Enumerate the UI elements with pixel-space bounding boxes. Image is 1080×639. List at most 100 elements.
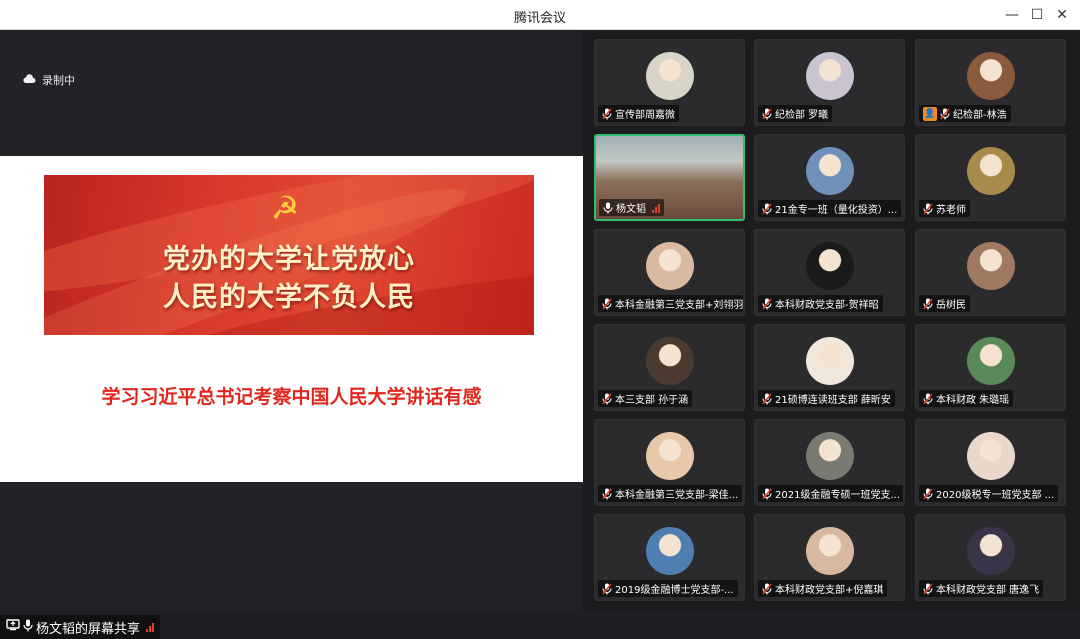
window-title: 腾讯会议 xyxy=(513,11,566,26)
participant-nameplate: 本科金融第三党支部+刘翎羽 xyxy=(598,295,743,312)
participant-tile[interactable]: 本科金融第三党支部+刘翎羽 xyxy=(594,229,745,316)
avatar xyxy=(645,432,694,480)
slide-banner: ☭ 党办的大学让党放心 人民的大学不负人民 xyxy=(44,175,534,335)
banner-line-2: 人民的大学不负人民 xyxy=(163,282,415,313)
participant-name: 21硕博连读班支部 薛昕安 xyxy=(775,395,891,406)
avatar xyxy=(966,52,1015,100)
screen-share-icon xyxy=(6,619,20,635)
participant-name: 杨文韬 xyxy=(616,204,646,215)
screen-share-area: 录制中 ☭ 党办的大学让党放心 人民的大学不负人民 学习习近平总书记考察中国人民… xyxy=(0,30,583,639)
participant-nameplate: 本科财政党支部+倪嘉琪 xyxy=(758,580,888,597)
participant-nameplate: 岳树民 xyxy=(919,295,970,312)
participant-name: 本科财政党支部+倪嘉琪 xyxy=(775,585,884,596)
avatar xyxy=(805,432,854,480)
participant-nameplate: 本科金融第三党支部-梁佳... xyxy=(598,485,743,502)
avatar xyxy=(645,527,694,575)
maximize-icon[interactable]: ☐ xyxy=(1026,4,1048,26)
participant-nameplate: 宣传部周嘉微 xyxy=(598,105,679,122)
participant-tile[interactable]: 杨文韬 xyxy=(594,134,745,221)
participant-name: 2021级金融专硕一班党支... xyxy=(775,490,900,501)
mic-muted-icon xyxy=(762,203,772,215)
participant-name: 本科财政 朱璐瑶 xyxy=(936,395,1010,406)
participant-tile[interactable]: 宣传部周嘉微 xyxy=(594,39,745,126)
cloud-icon xyxy=(22,73,36,87)
participant-name: 2020级税专一班党支部 ... xyxy=(936,490,1055,501)
participant-tile[interactable]: 本三支部 孙于涵 xyxy=(594,324,745,411)
mic-muted-icon xyxy=(602,108,612,120)
participant-tile[interactable]: 苏老师 xyxy=(915,134,1066,221)
participant-tile[interactable]: 纪检部 罗曦 xyxy=(754,39,905,126)
mic-muted-icon xyxy=(602,298,612,310)
participant-tile[interactable]: 2020级税专一班党支部 ... xyxy=(915,419,1066,506)
avatar xyxy=(805,337,854,385)
avatar xyxy=(645,242,694,290)
mic-muted-icon xyxy=(923,488,933,500)
participant-tile[interactable]: 本科财政党支部+倪嘉琪 xyxy=(754,514,905,601)
mic-muted-icon xyxy=(923,393,933,405)
avatar xyxy=(966,337,1015,385)
participant-tile[interactable]: 👤 纪检部-林浩 xyxy=(915,39,1066,126)
participant-name: 纪检部-林浩 xyxy=(953,110,1007,121)
participant-name: 本科财政党支部-贺祥昭 xyxy=(775,300,879,311)
participant-nameplate: 2020级税专一班党支部 ... xyxy=(919,485,1059,502)
mic-muted-icon xyxy=(602,393,612,405)
recording-label: 录制中 xyxy=(42,74,75,87)
title-bar: 腾讯会议 — ☐ ✕ xyxy=(0,0,1080,30)
participant-name: 本科金融第三党支部-梁佳... xyxy=(615,490,739,501)
participant-nameplate: 本科财政党支部-贺祥昭 xyxy=(758,295,883,312)
avatar xyxy=(645,52,694,100)
mic-muted-icon xyxy=(602,583,612,595)
participant-name: 2019级金融博士党支部-... xyxy=(615,585,734,596)
mic-muted-icon xyxy=(762,298,772,310)
banner-line-1: 党办的大学让党放心 xyxy=(163,244,415,275)
avatar xyxy=(805,242,854,290)
recording-indicator: 录制中 xyxy=(22,72,75,88)
mic-muted-icon xyxy=(940,108,950,120)
participant-tile[interactable]: 本科财政党支部 唐逸飞 xyxy=(915,514,1066,601)
mic-muted-icon xyxy=(602,488,612,500)
participant-nameplate: 2021级金融专硕一班党支... xyxy=(758,485,903,502)
avatar xyxy=(966,147,1015,195)
mic-muted-icon xyxy=(762,583,772,595)
avatar xyxy=(805,147,854,195)
participant-name: 本科财政党支部 唐逸飞 xyxy=(936,585,1040,596)
share-status-bar[interactable]: 杨文韬的屏幕共享 xyxy=(0,615,161,639)
presentation-slide: ☭ 党办的大学让党放心 人民的大学不负人民 学习习近平总书记考察中国人民大学讲话… xyxy=(0,156,583,482)
close-icon[interactable]: ✕ xyxy=(1051,4,1073,26)
participant-nameplate: 本科财政 朱璐瑶 xyxy=(919,390,1014,407)
participant-nameplate: 2019级金融博士党支部-... xyxy=(598,580,738,597)
participant-name: 苏老师 xyxy=(936,205,966,216)
participant-tile[interactable]: 本科金融第三党支部-梁佳... xyxy=(594,419,745,506)
participant-gallery: 宣传部周嘉微 纪检部 罗曦 👤 纪检部-林浩杨文韬 21金专一班（量化投资）... 苏老师… xyxy=(583,30,1080,610)
mic-muted-icon xyxy=(762,108,772,120)
party-emblem-icon: ☭ xyxy=(270,189,300,227)
person-icon: 👤 xyxy=(923,106,937,121)
participant-tile[interactable]: 2019级金融博士党支部-... xyxy=(594,514,745,601)
signal-icon xyxy=(652,203,660,213)
mic-muted-icon xyxy=(923,298,933,310)
avatar xyxy=(805,52,854,100)
participant-tile[interactable]: 2021级金融专硕一班党支... xyxy=(754,419,905,506)
participant-tile[interactable]: 岳树民 xyxy=(915,229,1066,316)
participant-nameplate: 本科财政党支部 唐逸飞 xyxy=(919,580,1044,597)
participant-tile[interactable]: 本科财政党支部-贺祥昭 xyxy=(754,229,905,316)
mic-icon xyxy=(603,202,613,214)
participant-nameplate: 纪检部 罗曦 xyxy=(758,105,833,122)
mic-muted-icon xyxy=(923,203,933,215)
participant-tile[interactable]: 21硕博连读班支部 薛昕安 xyxy=(754,324,905,411)
share-owner-label: 杨文韬的屏幕共享 xyxy=(36,621,141,637)
mic-muted-icon xyxy=(923,583,933,595)
minimize-icon[interactable]: — xyxy=(1001,4,1023,26)
participant-nameplate: 本三支部 孙于涵 xyxy=(598,390,693,407)
participant-tile[interactable]: 21金专一班（量化投资）... xyxy=(754,134,905,221)
participant-nameplate: 杨文韬 xyxy=(599,199,664,216)
avatar xyxy=(805,527,854,575)
signal-icon xyxy=(146,622,155,632)
participant-name: 21金专一班（量化投资）... xyxy=(775,205,898,216)
participant-nameplate: 21金专一班（量化投资）... xyxy=(758,200,902,217)
participant-name: 宣传部周嘉微 xyxy=(615,110,675,121)
participant-tile[interactable]: 本科财政 朱璐瑶 xyxy=(915,324,1066,411)
participant-nameplate: 👤 纪检部-林浩 xyxy=(919,105,1011,122)
participant-nameplate: 苏老师 xyxy=(919,200,970,217)
slide-caption: 学习习近平总书记考察中国人民大学讲话有感 xyxy=(101,386,482,408)
